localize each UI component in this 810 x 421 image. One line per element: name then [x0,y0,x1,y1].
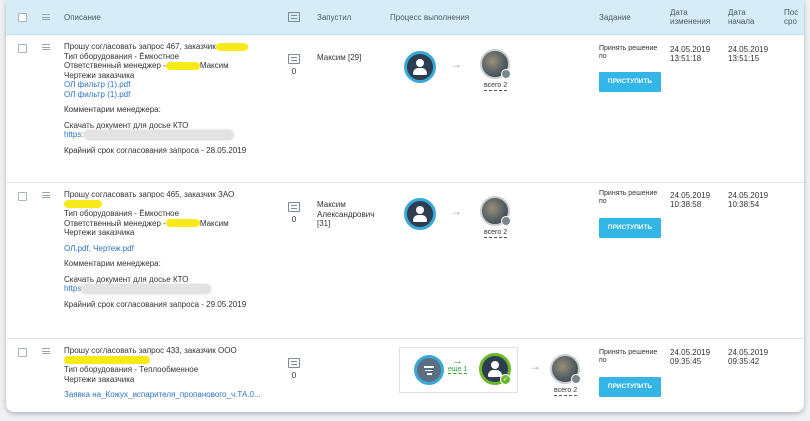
request-title[interactable]: Прошу согласовать запрос 465, заказчик З… [64,190,279,200]
filter-icon[interactable] [414,355,444,385]
process-stage-box[interactable]: → еще 1 ✓ [399,347,518,393]
start-date: 24.05.2019 09:35:42 [728,348,769,366]
row-checkbox[interactable] [18,44,27,53]
comment-icon [288,202,300,212]
group-badge-icon [571,374,581,384]
user-avatar-icon[interactable] [404,198,436,230]
file-link[interactable]: Заявка на_Кожух_испарителя_пропанового_ч… [64,390,279,400]
download-label: Скачать документ для досье КТО [64,120,189,130]
process-table: Описание Запустил Процесс выполнения Зад… [6,0,804,412]
task-text: Принять решение по [599,349,658,364]
group-photo-icon[interactable] [480,49,511,79]
download-label: Скачать документ для досье КТО [64,274,189,284]
row-description: Прошу согласовать запрос 467, заказчик Т… [64,42,279,156]
task-text: Принять решение по [599,190,658,205]
group-photo-icon[interactable] [480,196,511,226]
select-all-checkbox[interactable] [18,0,27,34]
redacted-highlight [215,42,248,51]
comment-count: 0 [291,371,297,380]
manager-label: Ответственный менеджер - [64,61,166,70]
start-button[interactable]: ПРИСТУПИТЬ [599,377,661,397]
start-button[interactable]: ПРИСТУПИТЬ [599,218,661,238]
table-row[interactable]: Прошу согласовать запрос 465, заказчик З… [6,182,804,339]
total-link[interactable]: всего 2 [554,387,578,396]
total-link[interactable]: всего 2 [484,229,508,238]
header-start-date[interactable]: Дата начала [728,0,754,34]
comments-label: Комментарии менеджера: [64,259,161,268]
comment-button[interactable]: 0 [287,358,301,380]
arrow-right-icon: → [450,57,462,71]
start-date: 24.05.2019 10:38:54 [728,191,769,209]
download-link[interactable]: https: [64,130,84,139]
comment-count: 0 [291,215,297,224]
redacted-blur [83,130,234,140]
manager-name: Максим [199,61,229,70]
manager-name: Максим [199,218,229,228]
redacted-highlight [64,356,150,365]
row-menu-icon[interactable] [42,44,50,50]
redacted-blur [81,284,212,294]
row-checkbox[interactable] [18,348,27,357]
row-checkbox[interactable] [18,192,27,201]
equipment-type: Тип оборудования - Ёмкостное [64,209,180,218]
task-text: Принять решение по [599,45,658,60]
table-row[interactable]: Прошу согласовать запрос 467, заказчик Т… [6,34,804,183]
group-badge-icon [501,69,511,79]
row-menu-icon[interactable] [42,192,50,198]
launched-by[interactable]: Максим [29] [317,53,382,63]
redacted-highlight [165,61,200,70]
header-process[interactable]: Процесс выполнения [390,0,469,34]
file-link[interactable]: ОЛ фильтр (1).pdf [64,80,279,90]
comment-icon [288,358,300,368]
redacted-highlight [165,219,200,228]
drawings-label: Чертежи заказчика [64,374,135,384]
more-link[interactable]: → еще 1 [448,356,468,374]
deadline-text: Крайний срок согласования запроса - 29.0… [64,300,247,309]
comment-button[interactable]: 0 [287,54,301,76]
equipment-type: Тип оборудования - Ёмкостное [64,51,180,61]
table-header: Описание Запустил Процесс выполнения Зад… [6,0,804,35]
manager-label: Ответственный менеджер - [64,218,166,228]
start-button[interactable]: ПРИСТУПИТЬ [599,72,661,92]
header-last-column[interactable]: Пос сро [784,0,798,34]
launched-by[interactable]: Максим Александрович [31] [317,200,382,229]
user-avatar-icon[interactable]: ✓ [479,353,511,385]
row-description: Прошу согласовать запрос 433, заказчик О… [64,346,279,400]
arrow-right-icon: → [529,359,541,373]
request-title[interactable]: Прошу согласовать запрос 433, заказчик О… [64,346,279,356]
row-description: Прошу согласовать запрос 465, заказчик З… [64,190,279,310]
group-badge-icon [501,216,511,226]
start-date: 24.05.2019 13:51:15 [728,45,769,63]
more-label[interactable]: еще 1 [448,366,468,374]
file-link[interactable]: ОЛ.pdf, Чертеж.pdf [64,244,279,254]
comment-icon [288,54,300,64]
comment-count: 0 [291,67,297,76]
row-menu-icon[interactable] [42,348,50,354]
redacted-highlight [64,200,102,209]
comment-button[interactable]: 0 [287,202,301,224]
user-avatar-icon[interactable] [404,51,436,83]
arrow-right-icon: → [450,204,462,218]
header-launched[interactable]: Запустил [317,0,351,34]
download-link[interactable]: https [64,284,81,293]
request-title[interactable]: Прошу согласовать запрос 467, заказчик [64,42,216,51]
header-description[interactable]: Описание [64,0,101,34]
column-menu-icon[interactable] [42,0,50,34]
changed-date: 24.05.2019 09:35:45 [670,348,711,366]
drawings-label: Чертежи заказчика [64,228,135,237]
total-link[interactable]: всего 2 [484,82,508,91]
equipment-type: Тип оборудования - Теплообменное [64,365,199,374]
drawings-label: Чертежи заказчика [64,70,135,80]
changed-date: 24.05.2019 10:38:58 [670,191,711,209]
group-photo-icon[interactable] [550,354,581,384]
comments-label: Комментарии менеджера: [64,105,161,114]
file-link[interactable]: ОЛ фильтр (1).pdf [64,90,279,100]
header-task[interactable]: Задание [599,0,631,34]
header-changed-date[interactable]: Дата изменения [670,0,710,34]
deadline-text: Крайний срок согласования запроса - 28.0… [64,146,247,155]
header-comment-icon [287,0,301,34]
table-row[interactable]: Прошу согласовать запрос 433, заказчик О… [6,338,804,412]
check-icon: ✓ [500,374,511,385]
changed-date: 24.05.2019 13:51:18 [670,45,711,63]
